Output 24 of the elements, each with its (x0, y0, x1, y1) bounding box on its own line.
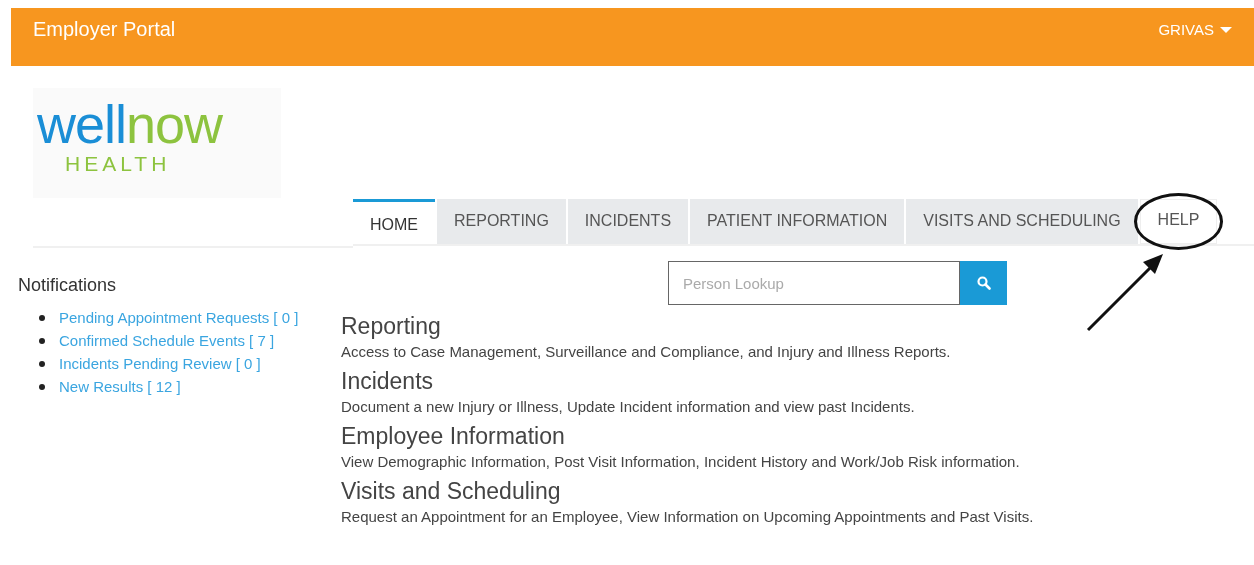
bullet-icon (39, 360, 45, 367)
search-icon (976, 276, 991, 290)
nav-tab[interactable]: VISITS AND SCHEDULING (906, 199, 1138, 244)
notifications-heading: Notifications (18, 275, 118, 296)
search-field[interactable]: Person Lookup (668, 261, 960, 305)
section-heading: Visits and Scheduling (341, 478, 562, 505)
search-button[interactable] (960, 261, 1007, 305)
section-heading: Reporting (341, 313, 442, 340)
section-heading: Employee Information (341, 423, 566, 450)
section-description: Access to Case Management, Surveillance and Compliance, and Injury and Illness Reports. (341, 343, 952, 360)
portal-title: Employer Portal (33, 18, 176, 41)
nav-tab[interactable]: PATIENT INFORMATION (690, 199, 905, 244)
caret-icon (1220, 26, 1232, 33)
nav-tab[interactable]: REPORTING (437, 199, 566, 244)
section-heading: Incidents (341, 368, 435, 395)
section-description: View Demographic Information, Post Visit Information, Incident History and Work/Job Risk information. (341, 453, 1021, 470)
nav-tab[interactable]: HELP (1139, 199, 1218, 244)
bullet-icon (39, 314, 45, 321)
bullet-icon (39, 337, 45, 344)
bullet-icon (39, 383, 45, 390)
section-description: Document a new Injury or Illness, Update Incident information and view past Incidents. (341, 398, 916, 415)
section-description: Request an Appointment for an Employee, View Information on Upcoming Appointments and Past Visits. (341, 508, 1035, 525)
logo: wellnow HEALTH (33, 88, 281, 198)
nav-tab[interactable]: INCIDENTS (567, 199, 689, 244)
